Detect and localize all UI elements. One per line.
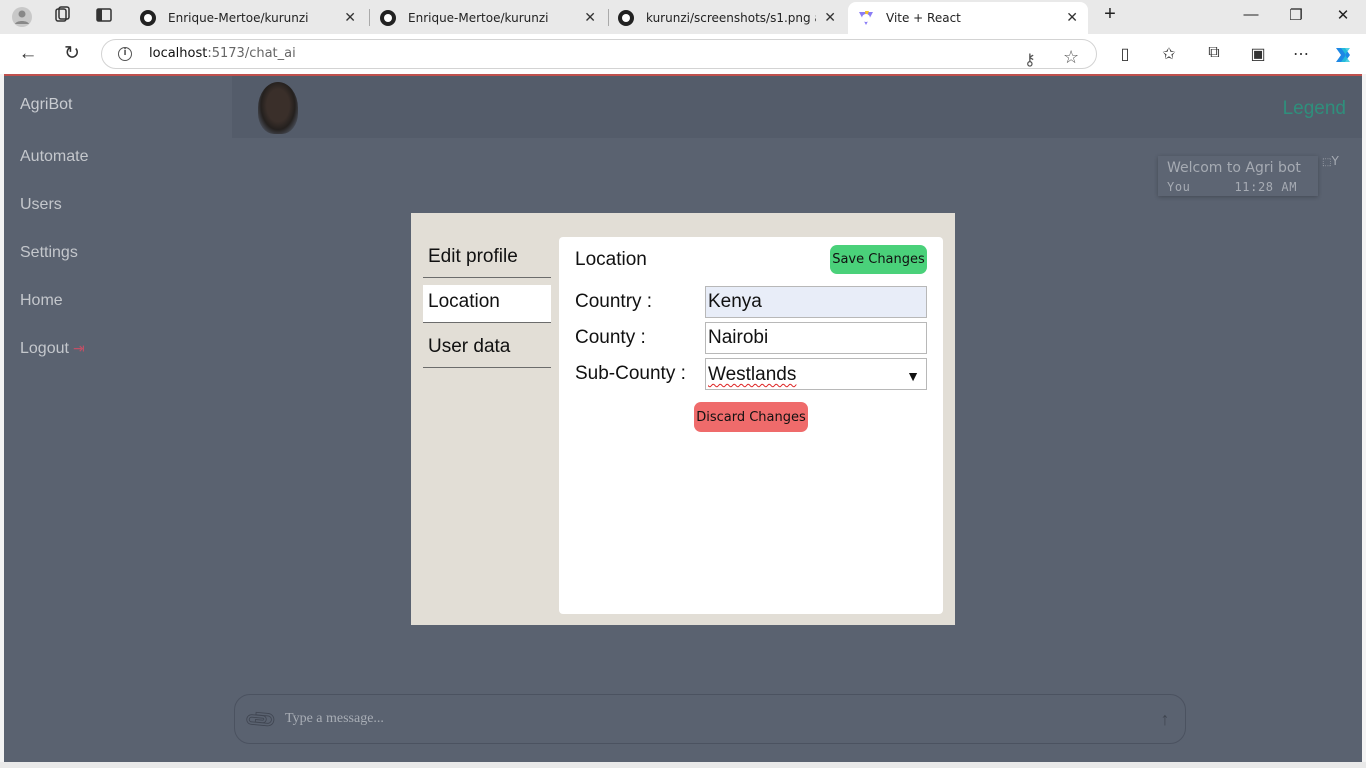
settings-modal: Edit profile Location User data Location… xyxy=(411,213,955,625)
sidebar-item-logout[interactable]: Logout ⇥ xyxy=(20,340,85,358)
subcounty-label: Sub-County : xyxy=(575,363,686,384)
browser-tab[interactable]: Enrique-Mertoe/kurunzi ✕ xyxy=(370,2,606,34)
sidebar-item-settings[interactable]: Settings xyxy=(20,244,78,262)
tab-actions-icon[interactable] xyxy=(93,6,115,28)
more-options-icon[interactable]: ⋯ xyxy=(1290,44,1312,64)
sidebar-item-label: Logout xyxy=(20,340,69,357)
county-field[interactable] xyxy=(705,322,927,354)
message-composer: 📎︎ ↑ xyxy=(234,694,1186,744)
chat-header: Legend xyxy=(232,76,1362,138)
tab-edit-profile[interactable]: Edit profile xyxy=(423,240,551,278)
message-input[interactable] xyxy=(285,707,1125,731)
subcounty-value: Westlands xyxy=(708,364,797,385)
browser-tab-title: Enrique-Mertoe/kurunzi xyxy=(168,11,309,25)
browser-tab-bar: Enrique-Mertoe/kurunzi ✕ Enrique-Mertoe/… xyxy=(0,0,1366,34)
collections-icon[interactable]: ⧉ xyxy=(1203,44,1225,62)
message-sender: You xyxy=(1167,180,1191,194)
broken-image-icon: ⬚Y xyxy=(1322,154,1339,168)
location-panel: Location Save Changes Country : County :… xyxy=(559,237,943,614)
legend-link[interactable]: Legend xyxy=(1283,98,1346,120)
tab-user-data[interactable]: User data xyxy=(423,330,551,368)
taskbar-strip xyxy=(0,762,1366,768)
url-path: :5173/chat_ai xyxy=(207,46,296,61)
close-tab-icon[interactable]: ✕ xyxy=(1066,10,1078,26)
message-time: 11:28 AM xyxy=(1234,180,1298,194)
logout-icon: ⇥ xyxy=(72,340,85,356)
new-tab-icon[interactable]: + xyxy=(1098,3,1122,26)
subcounty-select[interactable]: Westlands ▼ xyxy=(705,358,927,390)
sidebar: AgriBot Automate Users Settings Home Log… xyxy=(4,76,232,762)
reload-icon[interactable]: ↻ xyxy=(61,43,83,65)
github-icon xyxy=(380,10,396,26)
split-screen-icon[interactable]: ▯ xyxy=(1114,44,1136,64)
restore-icon[interactable]: ❐ xyxy=(1284,6,1308,24)
close-tab-icon[interactable]: ✕ xyxy=(344,10,356,26)
key-icon[interactable]: ⚷ xyxy=(1024,46,1036,74)
github-icon xyxy=(618,10,634,26)
message-meta: You 11:28 AM xyxy=(1167,180,1297,194)
county-label: County : xyxy=(575,327,646,348)
copilot-icon[interactable] xyxy=(1332,44,1354,71)
attach-icon[interactable]: 📎︎ xyxy=(242,701,280,739)
panel-title: Location xyxy=(575,249,647,270)
profile-icon[interactable] xyxy=(11,6,33,28)
save-changes-button[interactable]: Save Changes xyxy=(830,245,927,274)
github-icon xyxy=(140,10,156,26)
close-tab-icon[interactable]: ✕ xyxy=(584,10,596,26)
site-info-icon[interactable]: i xyxy=(118,47,132,61)
address-toolbar: ← ↻ i localhost:5173/chat_ai ⚷ ☆ ▯ ✩ ⧉ ▣… xyxy=(0,34,1366,74)
workspaces-icon[interactable] xyxy=(51,6,73,28)
sidebar-item-home[interactable]: Home xyxy=(20,292,63,310)
close-tab-icon[interactable]: ✕ xyxy=(824,10,836,26)
broken-image-alt: Y xyxy=(1331,154,1339,168)
country-label: Country : xyxy=(575,291,653,312)
chat-message: Welcom to Agri bot You 11:28 AM xyxy=(1158,156,1318,196)
sidebar-item-users[interactable]: Users xyxy=(20,196,62,214)
url-host: localhost xyxy=(149,46,208,61)
minimize-icon[interactable]: — xyxy=(1239,6,1263,23)
country-field[interactable] xyxy=(705,286,927,318)
favorite-star-icon[interactable]: ☆ xyxy=(1063,44,1079,72)
browser-tab-title: Vite + React xyxy=(886,11,961,25)
browser-essentials-icon[interactable]: ▣ xyxy=(1247,44,1269,64)
favorites-icon[interactable]: ✩ xyxy=(1158,44,1180,64)
browser-tab[interactable]: Enrique-Mertoe/kurunzi ✕ xyxy=(130,2,366,34)
browser-tab-title: Enrique-Mertoe/kurunzi xyxy=(408,11,549,25)
dropdown-arrow-icon: ▼ xyxy=(906,368,920,384)
tab-location[interactable]: Location xyxy=(423,285,551,323)
discard-changes-button[interactable]: Discard Changes xyxy=(694,402,808,432)
vite-icon xyxy=(858,10,874,26)
browser-tab[interactable]: kurunzi/screenshots/s1.png at ma ✕ xyxy=(608,2,846,34)
back-icon[interactable]: ← xyxy=(17,43,39,65)
close-window-icon[interactable]: ✕ xyxy=(1331,6,1355,24)
address-field[interactable]: i localhost:5173/chat_ai ⚷ ☆ xyxy=(101,39,1097,69)
message-text: Welcom to Agri bot xyxy=(1167,160,1301,176)
app-brand: AgriBot xyxy=(20,96,73,113)
sidebar-item-automate[interactable]: Automate xyxy=(20,148,88,166)
send-icon[interactable]: ↑ xyxy=(1151,705,1179,733)
browser-tab-title: kurunzi/screenshots/s1.png at ma xyxy=(646,11,816,25)
browser-tab-active[interactable]: Vite + React ✕ xyxy=(848,2,1088,34)
avatar[interactable] xyxy=(258,82,298,134)
